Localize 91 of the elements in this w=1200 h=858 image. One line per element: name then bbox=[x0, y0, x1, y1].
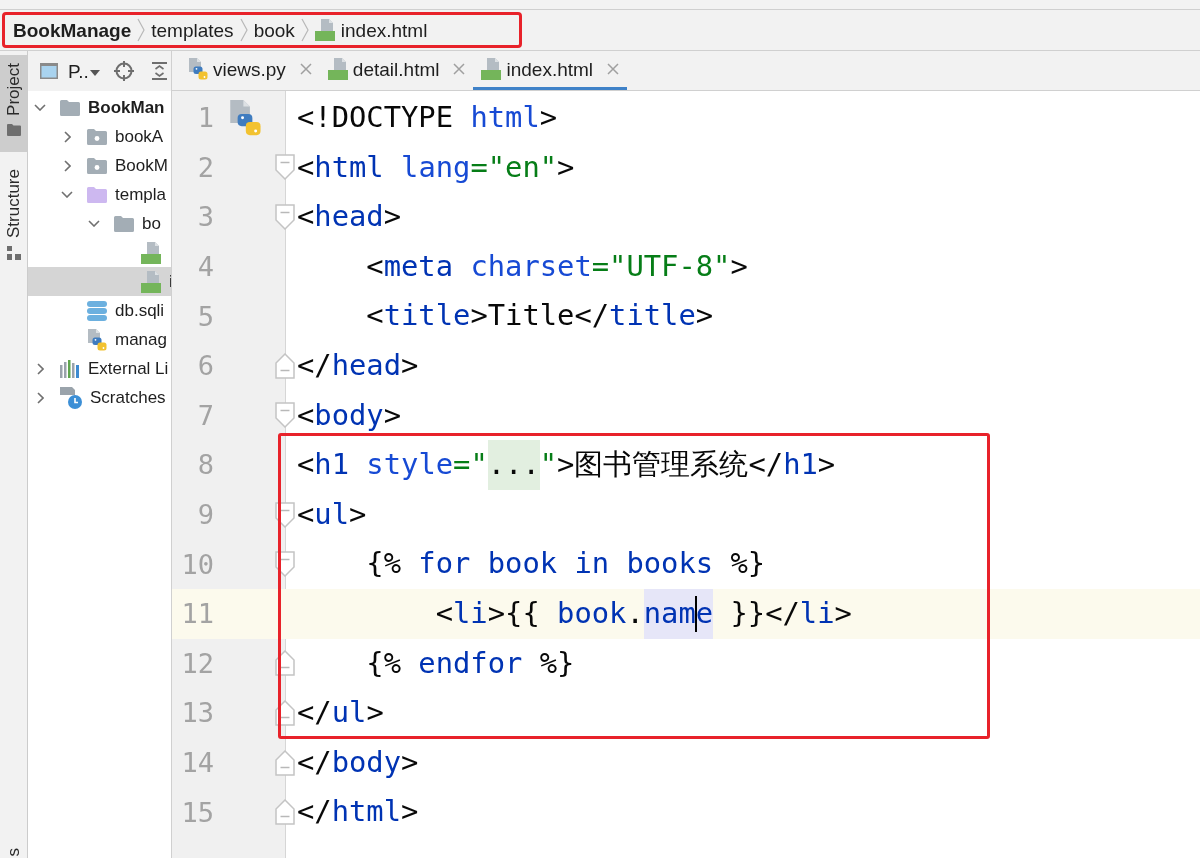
code-line: {% for book in books %} bbox=[366, 545, 766, 583]
squares-icon bbox=[6, 245, 21, 260]
line-number: 9 bbox=[196, 501, 214, 529]
chevron-right-icon[interactable] bbox=[63, 159, 71, 172]
text-cursor bbox=[694, 595, 697, 632]
folder-icon bbox=[87, 157, 107, 174]
line-number: 7 bbox=[196, 401, 214, 429]
python-file-icon bbox=[87, 328, 107, 351]
tree-item[interactable]: External Li bbox=[88, 360, 169, 377]
tree-item[interactable]: i bbox=[169, 273, 171, 290]
fold-marker-icon[interactable] bbox=[274, 799, 295, 826]
code-line: <html lang="en"> bbox=[297, 148, 575, 186]
folder-icon bbox=[87, 128, 107, 145]
database-icon bbox=[87, 300, 107, 321]
file-icon bbox=[141, 270, 161, 293]
tab[interactable]: detail.html bbox=[319, 51, 474, 90]
file-icon bbox=[481, 58, 502, 80]
close-icon[interactable] bbox=[607, 63, 620, 75]
chevron-right-icon[interactable] bbox=[36, 362, 44, 375]
fold-marker-icon[interactable] bbox=[274, 204, 295, 230]
close-icon[interactable] bbox=[453, 63, 466, 75]
code-line: </html> bbox=[297, 793, 419, 831]
line-number: 13 bbox=[180, 699, 214, 727]
tree-item[interactable]: templa bbox=[115, 186, 167, 203]
line-number: 14 bbox=[180, 749, 214, 776]
fold-marker-icon[interactable] bbox=[274, 402, 295, 429]
code-line: {% endfor %} bbox=[366, 644, 575, 682]
line-number: 5 bbox=[196, 302, 214, 330]
code-line: </head> bbox=[297, 346, 419, 384]
line-number: 4 bbox=[196, 253, 214, 281]
window-icon bbox=[40, 63, 58, 79]
breadcrumb-item[interactable]: index.html bbox=[314, 19, 428, 41]
python-file-icon bbox=[188, 58, 208, 80]
tree-item[interactable]: BookM bbox=[115, 157, 168, 174]
code-line: <li>{{ book.name }}</li> bbox=[435, 588, 852, 639]
line-number: 10 bbox=[180, 550, 214, 578]
line-number: 15 bbox=[180, 798, 214, 826]
crosshair-icon[interactable] bbox=[113, 61, 134, 81]
chevron-down-icon[interactable] bbox=[34, 104, 46, 111]
breadcrumb-item[interactable]: templates bbox=[151, 20, 234, 40]
fold-marker-icon[interactable] bbox=[274, 749, 295, 776]
chevron-right-icon[interactable] bbox=[63, 130, 71, 143]
tree-item[interactable]: BookMan bbox=[88, 99, 165, 116]
folder-icon bbox=[6, 123, 21, 136]
tree-item[interactable]: Scratches bbox=[90, 389, 166, 406]
code-line: <title>Title</title> bbox=[366, 297, 714, 335]
tool-window-button[interactable]: Structure bbox=[0, 160, 27, 276]
fold-marker-icon[interactable] bbox=[274, 154, 295, 181]
chevron-down-icon[interactable] bbox=[61, 191, 73, 198]
chevron-icon bbox=[300, 18, 309, 42]
code-line: <ul> bbox=[297, 495, 367, 533]
line-number: 1 bbox=[196, 104, 214, 132]
tab[interactable]: views.py bbox=[180, 51, 320, 90]
tree-item[interactable]: bo bbox=[142, 215, 161, 232]
view-selector[interactable]: P.. bbox=[68, 61, 100, 81]
chevron-right-icon[interactable] bbox=[36, 391, 44, 404]
chevron-icon bbox=[239, 18, 248, 42]
code-line: </body> bbox=[297, 743, 419, 781]
breadcrumb-item[interactable]: BookManage bbox=[13, 20, 132, 40]
breadcrumb-item[interactable]: book bbox=[253, 20, 295, 40]
books-icon bbox=[60, 359, 80, 378]
collapse-icon[interactable] bbox=[151, 62, 167, 80]
code-line: <h1 style="...">图书管理系统</h1> bbox=[297, 440, 836, 490]
file-icon bbox=[141, 241, 161, 264]
close-icon[interactable] bbox=[299, 63, 312, 75]
folder-icon bbox=[60, 99, 80, 116]
fold-marker-icon[interactable] bbox=[274, 352, 295, 379]
line-number: 12 bbox=[180, 649, 214, 677]
line-number: 6 bbox=[196, 352, 214, 380]
tool-window-button[interactable]: Project bbox=[0, 55, 27, 152]
document-clock-icon bbox=[60, 386, 82, 409]
tree-item[interactable]: bookA bbox=[115, 128, 164, 145]
tree-item[interactable]: manag bbox=[115, 331, 167, 348]
file-icon bbox=[327, 58, 348, 80]
code-line: </ul> bbox=[297, 694, 384, 732]
code-line: <head> bbox=[297, 198, 402, 236]
code-line: <!DOCTYPE html> bbox=[297, 99, 558, 136]
line-number: 3 bbox=[196, 203, 214, 231]
line-number: 8 bbox=[196, 451, 214, 479]
dropdown-arrow-icon bbox=[89, 70, 100, 76]
chevron-down-icon[interactable] bbox=[88, 220, 100, 227]
folder-icon bbox=[114, 215, 134, 232]
code-line: <body> bbox=[297, 396, 402, 434]
line-number: 11 bbox=[180, 600, 214, 628]
file-icon bbox=[314, 19, 335, 41]
line-number: 2 bbox=[196, 153, 214, 181]
code-line: <meta charset="UTF-8"> bbox=[366, 247, 748, 285]
chevron-icon bbox=[137, 18, 146, 42]
tool-window-button[interactable]: s bbox=[0, 839, 27, 858]
folder-icon bbox=[87, 186, 107, 203]
tree-item[interactable]: db.sqli bbox=[115, 302, 165, 319]
